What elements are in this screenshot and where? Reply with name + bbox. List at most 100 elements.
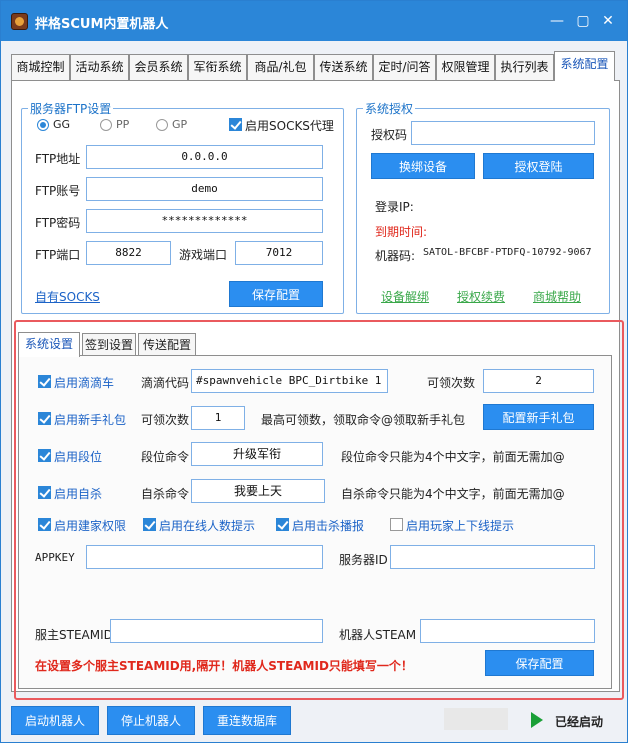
tab-teleport[interactable]: 传送系统 [314, 54, 373, 80]
rank-cmd-label: 段位命令 [141, 450, 190, 464]
subtab-system-settings[interactable]: 系统设置 [18, 332, 80, 357]
online-count-label: 启用在线人数提示 [159, 519, 256, 533]
socks-label: 启用SOCKS代理 [245, 119, 334, 133]
minimize-icon[interactable]: — [547, 11, 567, 31]
suicide-cmd-input[interactable]: 我要上天 [191, 479, 325, 503]
gift-times-input[interactable]: 1 [191, 406, 245, 430]
socks-checkbox[interactable] [229, 118, 242, 131]
bot-status-text: 已经启动 [555, 715, 604, 729]
tab-shop-control[interactable]: 商城控制 [11, 54, 70, 80]
didi-label: 启用滴滴车 [54, 376, 115, 390]
didi-times-label: 可领次数 [427, 376, 476, 390]
machine-label: 机器码: [375, 249, 416, 263]
server-id-input[interactable] [390, 545, 595, 569]
main-tabs: 商城控制 活动系统 会员系统 军衔系统 商品/礼包 传送系统 定时/问答 权限管… [11, 51, 621, 81]
window-title: 拌格SCUM内置机器人 [35, 17, 169, 32]
didi-code-label: 滴滴代码 [141, 376, 190, 390]
online-count-checkbox[interactable] [143, 518, 156, 531]
app-logo-icon [11, 13, 28, 30]
suicide-tip: 自杀命令只能为4个中文字，前面无需加@ [341, 487, 565, 501]
tab-member[interactable]: 会员系统 [129, 54, 188, 80]
kill-broadcast-label: 启用击杀播报 [292, 519, 365, 533]
tab-permission[interactable]: 权限管理 [436, 54, 495, 80]
server-id-label: 服务器ID [339, 553, 388, 567]
rank-tip: 段位命令只能为4个中文字，前面无需加@ [341, 450, 565, 464]
rank-cmd-input[interactable]: 升级军衔 [191, 442, 323, 466]
maximize-icon[interactable]: ▢ [573, 11, 593, 31]
login-ip-label: 登录IP: [375, 200, 414, 214]
ftp-pass-input[interactable]: ************* [86, 209, 323, 233]
player-updown-checkbox[interactable] [390, 518, 403, 531]
subtab-signin-settings[interactable]: 签到设置 [82, 333, 136, 356]
game-port-input[interactable]: 7012 [235, 241, 323, 265]
config-gift-button[interactable]: 配置新手礼包 [483, 404, 594, 430]
ftp-addr-input[interactable]: 0.0.0.0 [86, 145, 323, 169]
self-socks-link[interactable]: 自有SOCKS [35, 288, 100, 305]
tab-rank[interactable]: 军衔系统 [188, 54, 247, 80]
gift-label: 启用新手礼包 [54, 413, 127, 427]
main-window: 拌格SCUM内置机器人 — ▢ ✕ 商城控制 活动系统 会员系统 军衔系统 商品… [0, 0, 628, 743]
gift-times-label: 可领次数 [141, 413, 190, 427]
radio-gp[interactable] [156, 119, 168, 131]
subtab-teleport-config[interactable]: 传送配置 [138, 333, 196, 356]
rank-checkbox[interactable] [38, 449, 51, 462]
radio-gp-label: GP [172, 118, 188, 131]
rank-label: 启用段位 [54, 450, 103, 464]
radio-pp-label: PP [116, 118, 130, 131]
ftp-user-label: FTP账号 [35, 184, 81, 198]
home-perm-checkbox[interactable] [38, 518, 51, 531]
machine-code-value: SATOL-BFCBF-PTDFQ-10792-9067 [423, 247, 592, 258]
ftp-user-input[interactable]: demo [86, 177, 323, 201]
shop-help-link[interactable]: 商城帮助 [533, 288, 581, 305]
appkey-label: APPKEY [35, 551, 75, 564]
status-placeholder [444, 708, 508, 730]
suicide-checkbox[interactable] [38, 486, 51, 499]
game-port-label: 游戏端口 [179, 248, 228, 262]
expire-label: 到期时间: [375, 225, 428, 239]
auth-renew-link[interactable]: 授权续费 [457, 288, 505, 305]
kill-broadcast-checkbox[interactable] [276, 518, 289, 531]
ftp-save-button[interactable]: 保存配置 [229, 281, 323, 307]
owner-steamid-label: 服主STEAMID [35, 628, 113, 642]
tab-timer-qa[interactable]: 定时/问答 [373, 54, 436, 80]
tab-activity[interactable]: 活动系统 [70, 54, 129, 80]
auth-code-input[interactable] [411, 121, 595, 145]
owner-steamid-input[interactable] [110, 619, 323, 643]
sys-save-button[interactable]: 保存配置 [485, 650, 594, 676]
ftp-pass-label: FTP密码 [35, 216, 81, 230]
home-perm-label: 启用建家权限 [54, 519, 127, 533]
rebind-device-button[interactable]: 换绑设备 [371, 153, 475, 179]
radio-pp[interactable] [100, 119, 112, 131]
tab-exec-list[interactable]: 执行列表 [495, 54, 554, 80]
appkey-input[interactable] [86, 545, 323, 569]
ftp-port-input[interactable]: 8822 [86, 241, 171, 265]
tab-goods[interactable]: 商品/礼包 [247, 54, 314, 80]
start-bot-button[interactable]: 启动机器人 [11, 706, 99, 735]
close-icon[interactable]: ✕ [598, 11, 618, 31]
stop-bot-button[interactable]: 停止机器人 [107, 706, 195, 735]
reconnect-db-button[interactable]: 重连数据库 [203, 706, 291, 735]
didi-checkbox[interactable] [38, 375, 51, 388]
device-unbind-link[interactable]: 设备解绑 [381, 288, 429, 305]
ftp-addr-label: FTP地址 [35, 152, 81, 166]
steamid-warning: 在设置多个服主STEAMID用,隔开！机器人STEAMID只能填写一个！ [35, 659, 413, 673]
radio-gg-label: GG [53, 118, 71, 131]
gift-tip: 最高可领数，领取命令@领取新手礼包 [261, 413, 466, 427]
bot-steam-label: 机器人STEAM [339, 628, 417, 642]
suicide-cmd-label: 自杀命令 [141, 487, 190, 501]
ftp-port-label: FTP端口 [35, 248, 81, 262]
radio-gg[interactable] [37, 119, 49, 131]
auth-login-button[interactable]: 授权登陆 [483, 153, 594, 179]
tab-system-config[interactable]: 系统配置 [554, 51, 615, 81]
ftp-legend: 服务器FTP设置 [30, 102, 112, 116]
title-bar: 拌格SCUM内置机器人 — ▢ ✕ [1, 1, 627, 41]
play-icon [531, 712, 543, 728]
didi-code-input[interactable]: #spawnvehicle BPC_Dirtbike 1 [191, 369, 388, 393]
didi-times-input[interactable]: 2 [483, 369, 594, 393]
suicide-label: 启用自杀 [54, 487, 103, 501]
auth-code-label: 授权码 [371, 128, 408, 142]
auth-legend: 系统授权 [365, 102, 414, 116]
player-updown-label: 启用玩家上下线提示 [406, 519, 515, 533]
bot-steam-input[interactable] [420, 619, 595, 643]
gift-checkbox[interactable] [38, 412, 51, 425]
